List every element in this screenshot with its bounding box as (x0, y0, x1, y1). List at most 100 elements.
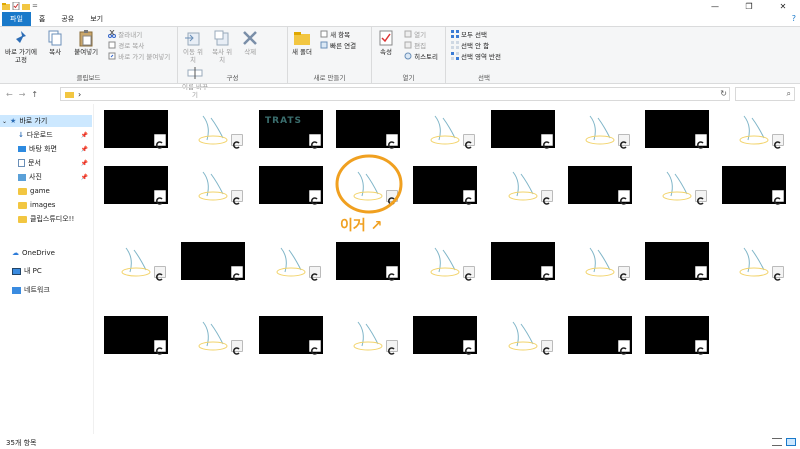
clip-studio-file-icon (309, 190, 321, 205)
sidebar-item-downloads[interactable]: ↓ 다운로드 📌 (18, 129, 92, 141)
file-thumbnail[interactable] (491, 242, 555, 281)
file-thumbnail[interactable] (104, 242, 168, 281)
file-thumbnail[interactable] (722, 110, 786, 149)
pane-divider[interactable] (93, 104, 94, 434)
invert-selection-button[interactable]: 선택 영역 반전 (451, 51, 501, 61)
file-thumbnail[interactable] (259, 242, 323, 281)
pin-quick-access-button[interactable]: 바로 가기에 고정 (4, 29, 38, 64)
paste-button[interactable]: 붙여넣기 (72, 29, 100, 56)
file-thumbnail[interactable] (413, 110, 477, 149)
properties-button[interactable]: 속성 (376, 29, 396, 56)
maximize-button[interactable]: ❐ (732, 0, 766, 12)
file-thumbnail[interactable] (568, 316, 632, 355)
minimize-button[interactable]: — (698, 0, 732, 12)
clip-studio-file-icon (154, 190, 166, 205)
new-small-actions: 새 항목 빠른 연결 (320, 29, 356, 50)
copy-to-icon (214, 30, 229, 46)
delete-button[interactable]: 삭제 (240, 29, 260, 56)
file-thumbnail[interactable] (491, 316, 555, 355)
file-thumbnail[interactable] (491, 110, 555, 149)
refresh-button[interactable]: ↻ (720, 89, 727, 98)
sidebar-item-network[interactable]: 네트워크 (12, 284, 92, 296)
file-thumbnail[interactable] (568, 110, 632, 149)
paste-shortcut-button[interactable]: 바로 가기 붙여넣기 (108, 51, 170, 61)
sidebar-item-onedrive[interactable]: ☁ OneDrive (12, 247, 92, 259)
clip-studio-file-icon (154, 340, 166, 355)
file-thumbnail[interactable] (104, 110, 168, 149)
clip-studio-file-icon (695, 134, 707, 149)
history-button[interactable]: 히스토리 (404, 51, 438, 61)
file-thumbnail[interactable] (336, 110, 400, 149)
tab-file[interactable]: 파일 (2, 12, 31, 26)
details-view-icon[interactable] (772, 438, 782, 446)
move-to-button[interactable]: 이동 위치 (182, 29, 204, 64)
sidebar-item-label: 문서 (28, 159, 41, 167)
new-item-button[interactable]: 새 항목 (320, 29, 356, 39)
tab-share[interactable]: 공유 (53, 12, 82, 26)
file-thumbnail[interactable] (259, 166, 323, 205)
file-thumbnail[interactable] (181, 166, 245, 205)
file-thumbnail[interactable] (568, 166, 632, 205)
file-thumbnail[interactable] (413, 316, 477, 355)
file-thumbnail[interactable] (645, 166, 709, 205)
edit-button[interactable]: 편집 (404, 40, 438, 50)
file-thumbnail[interactable] (181, 110, 245, 149)
help-icon[interactable]: ? (792, 14, 796, 23)
file-thumbnail[interactable] (413, 242, 477, 281)
annotation-text: 이거 ↗ (340, 218, 383, 234)
file-thumbnail[interactable] (645, 110, 709, 149)
cut-button[interactable]: 잘라내기 (108, 29, 170, 39)
file-thumbnail[interactable] (645, 242, 709, 281)
nav-buttons: ← → ↑ (0, 90, 60, 99)
invert-selection-icon (451, 52, 459, 60)
copy-button[interactable]: 복사 (45, 29, 65, 56)
sidebar-item-pictures[interactable]: 사진 📌 (18, 171, 92, 183)
file-thumbnail[interactable] (336, 316, 400, 355)
sidebar-item-desktop[interactable]: 바탕 화면 📌 (18, 143, 92, 155)
select-all-button[interactable]: 모두 선택 (451, 29, 501, 39)
copy-path-icon (108, 41, 116, 49)
back-button[interactable]: ← (6, 90, 13, 99)
new-folder-button[interactable]: 새 폴더 (292, 29, 312, 56)
file-thumbnail[interactable] (568, 242, 632, 281)
sidebar-item-label: 클립스튜디오!! (30, 215, 75, 223)
sidebar-item-game[interactable]: game (18, 185, 92, 197)
easy-access-button[interactable]: 빠른 연결 (320, 40, 356, 50)
large-icons-view-icon[interactable] (786, 438, 796, 446)
file-thumbnail[interactable] (336, 242, 400, 281)
file-thumbnail[interactable] (722, 166, 786, 205)
file-thumbnail[interactable] (491, 166, 555, 205)
tab-view[interactable]: 보기 (82, 12, 111, 26)
file-thumbnail[interactable] (645, 316, 709, 355)
copy-path-button[interactable]: 경로 복사 (108, 40, 170, 50)
close-button[interactable]: ✕ (766, 0, 800, 12)
sidebar-item-quick-access[interactable]: ⌄ ★ 바로 가기 (0, 115, 92, 127)
file-thumbnail[interactable] (413, 166, 477, 205)
customize-qa-icon[interactable]: = (32, 2, 38, 10)
sidebar-item-this-pc[interactable]: 내 PC (12, 265, 92, 277)
forward-button[interactable]: → (19, 90, 26, 99)
sidebar-item-images[interactable]: images (18, 199, 92, 211)
file-thumbnail[interactable] (181, 242, 245, 281)
select-none-button[interactable]: 선택 안 함 (451, 40, 501, 50)
file-thumbnail[interactable]: TRATS (259, 110, 323, 149)
status-bar: 35개 항목 (0, 436, 800, 449)
file-thumbnail[interactable] (181, 316, 245, 355)
sidebar-item-label: 사진 (29, 173, 42, 181)
new-folder-icon[interactable] (22, 2, 30, 10)
file-thumbnail[interactable] (104, 166, 168, 205)
copy-to-button[interactable]: 복사 위치 (211, 29, 233, 64)
file-thumbnail[interactable] (104, 316, 168, 355)
address-input[interactable]: › ↻ (60, 87, 730, 101)
breadcrumb-chevron-icon[interactable]: › (78, 90, 81, 99)
sidebar-item-documents[interactable]: 문서 📌 (18, 157, 92, 169)
properties-icon[interactable] (12, 2, 20, 10)
file-thumbnail[interactable] (722, 242, 786, 281)
tab-home[interactable]: 홈 (31, 12, 53, 26)
open-button[interactable]: 열기 (404, 29, 438, 39)
file-thumbnail[interactable] (259, 316, 323, 355)
copy-to-label: 복사 위치 (212, 48, 233, 64)
sidebar-item-clip-studio[interactable]: 클립스튜디오!! (18, 213, 92, 225)
search-input[interactable]: ⌕ (735, 87, 795, 101)
up-button[interactable]: ↑ (31, 90, 38, 99)
